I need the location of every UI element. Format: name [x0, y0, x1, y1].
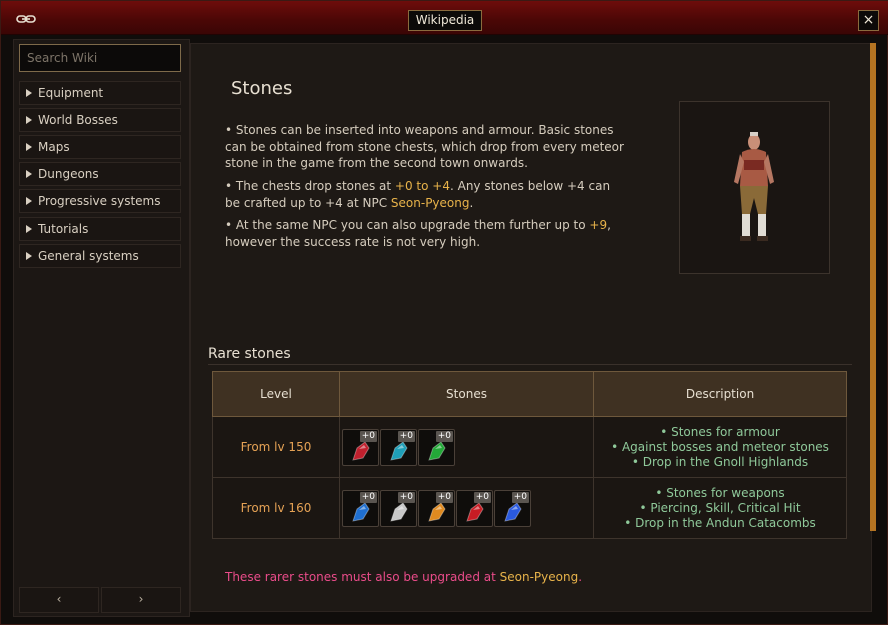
stone-range-highlight: +0 to +4 [394, 179, 450, 193]
expand-arrow-icon [26, 89, 32, 97]
npc-name-link[interactable]: Seon-Pyeong [500, 570, 579, 584]
sidebar-item-dungeons[interactable]: Dungeons [19, 162, 181, 186]
description-cell: • Stones for weapons • Piercing, Skill, … [593, 477, 847, 539]
stone-item-slot[interactable]: +0 [380, 489, 417, 527]
text-span: . [469, 195, 474, 210]
stone-item-slot[interactable]: +0 [494, 489, 531, 527]
section-divider [208, 364, 852, 365]
stone-item-slot[interactable]: +0 [342, 489, 379, 527]
article-paragraph: • The chests drop stones at +0 to +4. An… [225, 178, 625, 211]
expand-arrow-icon [26, 170, 32, 178]
article-paragraph: • At the same NPC you can also upgrade t… [225, 217, 625, 250]
upgrade-footnote: These rarer stones must also be upgraded… [225, 570, 582, 584]
article-panel: Stones • Stones can be inserted into wea… [190, 43, 872, 612]
window-title: Wikipedia [408, 10, 482, 31]
sidebar-item-tutorials[interactable]: Tutorials [19, 217, 181, 241]
sidebar-item-label: World Bosses [38, 113, 118, 127]
next-page-button[interactable]: › [101, 587, 181, 613]
level-cell: From lv 150 [212, 416, 340, 478]
expand-arrow-icon [26, 197, 32, 205]
stone-level-badge: +0 [397, 430, 415, 442]
gem-stone-icon [504, 501, 522, 522]
text-span: These rarer stones must also be upgraded… [225, 570, 500, 584]
stone-item-slot[interactable]: +0 [418, 489, 455, 527]
sidebar-item-maps[interactable]: Maps [19, 135, 181, 159]
expand-arrow-icon [26, 225, 32, 233]
gem-stone-icon [352, 501, 370, 522]
gem-stone-icon [428, 440, 446, 461]
npc-name-link[interactable]: Seon-Pyeong [391, 196, 470, 210]
upgrade-limit-highlight: +9 [589, 218, 608, 232]
expand-arrow-icon [26, 116, 32, 124]
rare-stones-table: Level Stones Description From lv 150 +0 +… [212, 371, 847, 539]
article-paragraph: • Stones can be inserted into weapons an… [225, 123, 624, 170]
page-title: Stones [231, 78, 293, 99]
sidebar-item-equipment[interactable]: Equipment [19, 81, 181, 105]
sidebar-item-world-bosses[interactable]: World Bosses [19, 108, 181, 132]
stone-level-badge: +0 [359, 430, 377, 442]
gem-stone-icon [390, 501, 408, 522]
text-span: . [578, 570, 583, 584]
stone-level-badge: +0 [511, 491, 529, 503]
description-line: • Stones for weapons [655, 485, 785, 500]
npc-figure-icon [734, 132, 774, 241]
prev-page-button[interactable]: ‹ [19, 587, 99, 613]
stone-item-slot[interactable]: +0 [456, 489, 493, 527]
expand-arrow-icon [26, 252, 32, 260]
level-cell: From lv 160 [212, 477, 340, 539]
npc-portrait-image [679, 101, 830, 274]
description-line: • Stones for armour [660, 424, 780, 439]
sidebar-item-label: Maps [38, 140, 70, 154]
stone-item-slot[interactable]: +0 [342, 428, 379, 466]
column-header-stones: Stones [339, 371, 594, 417]
sidebar-item-label: Dungeons [38, 167, 99, 181]
sidebar-item-label: Equipment [38, 86, 104, 100]
sidebar-item-general-systems[interactable]: General systems [19, 244, 181, 268]
stones-cell: +0 +0 +0 [339, 416, 594, 478]
stone-item-slot[interactable]: +0 [418, 428, 455, 466]
gem-stone-icon [428, 501, 446, 522]
description-line: • Drop in the Andun Catacombs [624, 515, 816, 530]
stone-item-slot[interactable]: +0 [380, 428, 417, 466]
gem-stone-icon [352, 440, 370, 461]
stones-cell: +0 +0 +0 +0 +0 [339, 477, 594, 539]
sidebar-item-progressive-systems[interactable]: Progressive systems [19, 189, 181, 213]
scrollbar[interactable] [870, 43, 876, 531]
column-header-level: Level [212, 371, 340, 417]
link-icon[interactable] [16, 14, 36, 24]
sidebar-item-label: Progressive systems [38, 194, 161, 208]
gem-stone-icon [390, 440, 408, 461]
sidebar: Search Wiki Equipment World Bosses Maps … [13, 39, 190, 617]
close-button[interactable]: × [858, 10, 879, 31]
sidebar-item-label: Tutorials [38, 222, 89, 236]
text-span: • The chests drop stones at [225, 179, 395, 193]
description-line: • Piercing, Skill, Critical Hit [639, 500, 801, 515]
stone-level-badge: +0 [397, 491, 415, 503]
table-row: From lv 160 +0 +0 +0 +0 +0 • Stones for weap… [212, 477, 847, 539]
stone-level-badge: +0 [435, 430, 453, 442]
search-input[interactable]: Search Wiki [19, 44, 181, 72]
column-header-description: Description [593, 371, 847, 417]
table-row: From lv 150 +0 +0 +0 • Stones for armour •… [212, 416, 847, 478]
description-line: • Against bosses and meteor stones [611, 439, 829, 454]
title-bar[interactable]: Wikipedia × [1, 1, 888, 35]
gem-stone-icon [466, 501, 484, 522]
stone-level-badge: +0 [435, 491, 453, 503]
rare-stones-heading: Rare stones [208, 346, 291, 362]
description-line: • Drop in the Gnoll Highlands [631, 454, 809, 469]
sidebar-item-label: General systems [38, 249, 139, 263]
wiki-window: Wikipedia × Search Wiki Equipment World … [0, 0, 888, 625]
table-header-row: Level Stones Description [212, 371, 847, 417]
description-cell: • Stones for armour • Against bosses and… [593, 416, 847, 478]
text-span: • At the same NPC you can also upgrade t… [225, 218, 590, 232]
stone-level-badge: +0 [473, 491, 491, 503]
expand-arrow-icon [26, 143, 32, 151]
stone-level-badge: +0 [359, 491, 377, 503]
